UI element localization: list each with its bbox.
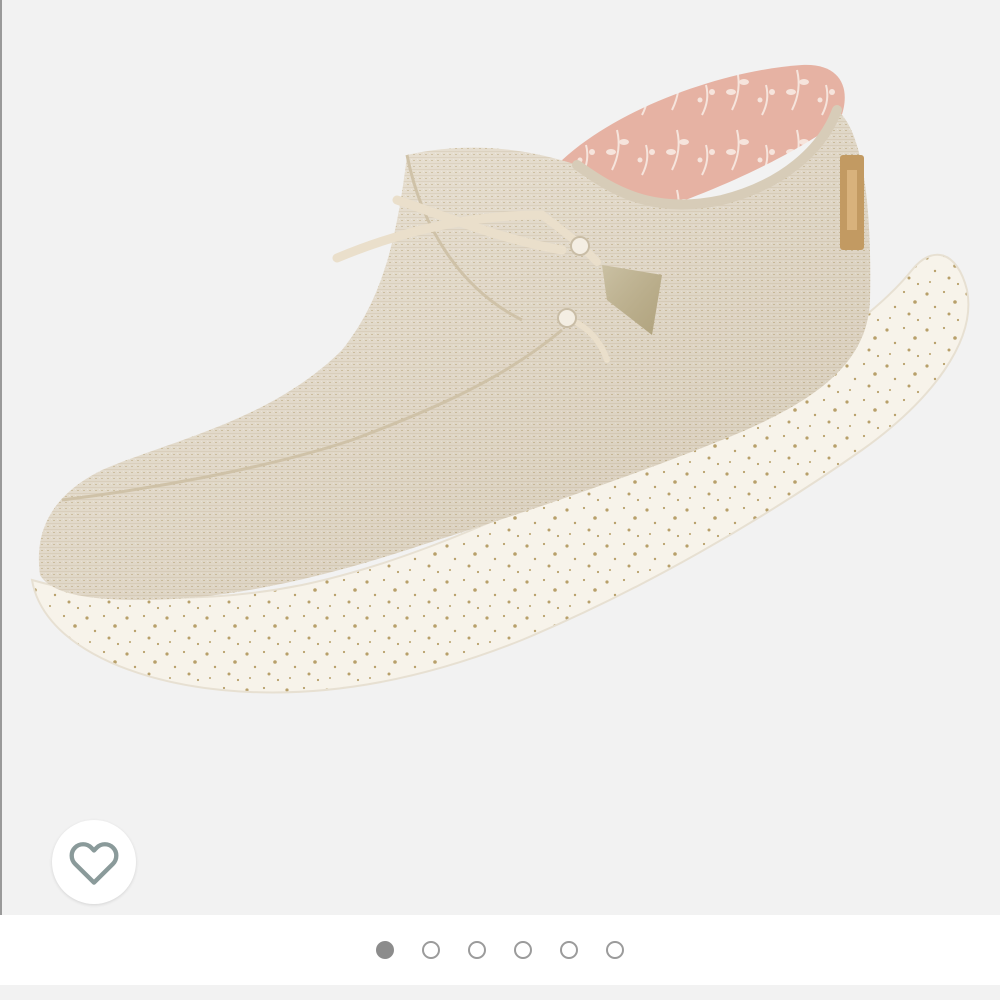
product-image-gallery[interactable] <box>0 0 1000 915</box>
page-dot-1[interactable] <box>376 941 394 959</box>
product-image[interactable] <box>2 0 1000 915</box>
page-dot-2[interactable] <box>422 941 440 959</box>
favorite-button[interactable] <box>52 820 136 904</box>
page-dot-6[interactable] <box>606 941 624 959</box>
heart-outline-icon <box>69 842 119 885</box>
bottom-divider <box>0 985 1000 1000</box>
page-dot-3[interactable] <box>468 941 486 959</box>
page-dot-5[interactable] <box>560 941 578 959</box>
page-dot-4[interactable] <box>514 941 532 959</box>
image-pagination <box>0 915 1000 985</box>
